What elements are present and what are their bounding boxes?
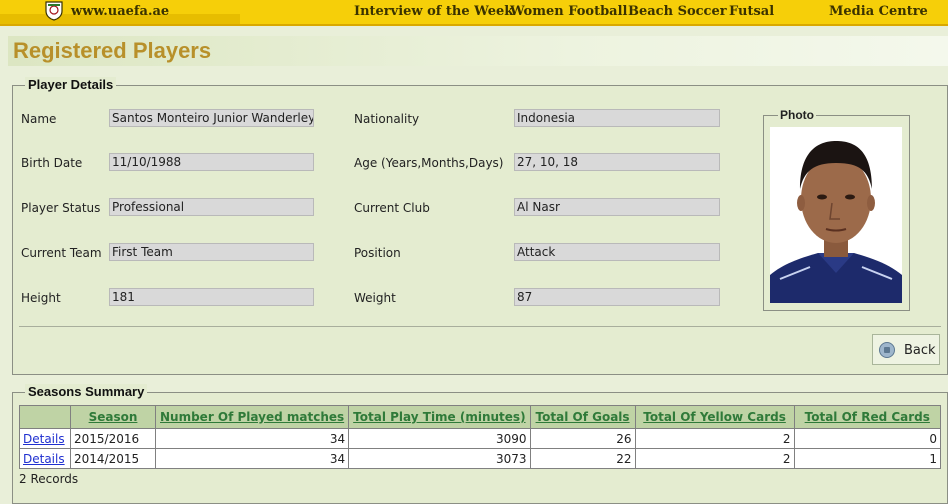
title-band: Registered Players	[8, 36, 948, 66]
column-header-red-cards[interactable]: Total Of Red Cards	[793, 405, 942, 429]
name-field: Santos Monteiro Junior Wanderley	[109, 109, 314, 127]
column-header-goals[interactable]: Total Of Goals	[529, 405, 636, 429]
uae-fa-logo-icon[interactable]	[45, 1, 63, 21]
player-status-label: Player Status	[21, 201, 101, 215]
position-label: Position	[354, 246, 401, 260]
goals-cell: 22	[529, 448, 636, 469]
minutes-cell: 3090	[348, 428, 531, 449]
nationality-field: Indonesia	[514, 109, 720, 127]
current-club-label: Current Club	[354, 201, 430, 215]
goals-cell: 26	[529, 428, 636, 449]
nav-futsal[interactable]: Futsal	[729, 4, 774, 19]
table-row: Details 2015/2016 34 3090 26 2 0	[19, 428, 942, 449]
season-cell: 2014/2015	[70, 448, 156, 469]
nationality-label: Nationality	[354, 112, 420, 126]
nav-interview-of-the-week[interactable]: Interview of the Week	[354, 4, 513, 19]
details-divider	[19, 326, 941, 327]
site-url[interactable]: www.uaefa.ae	[71, 4, 169, 19]
red-cards-cell: 0	[793, 428, 942, 449]
photo-frame: Photo	[763, 108, 910, 311]
yellow-cards-cell: 2	[634, 448, 795, 469]
table-header-row: Season Number Of Played matches Total Pl…	[19, 405, 942, 429]
back-button-label: Back	[904, 343, 936, 358]
back-icon	[879, 342, 895, 358]
seasons-table: Season Number Of Played matches Total Pl…	[19, 405, 942, 469]
top-nav-bar: www.uaefa.ae Interview of the Week Women…	[0, 0, 948, 26]
current-club-field: Al Nasr	[514, 198, 720, 216]
column-header-play-time[interactable]: Total Play Time (minutes)	[348, 405, 531, 429]
birth-date-label: Birth Date	[21, 156, 83, 170]
column-header-yellow-cards[interactable]: Total Of Yellow Cards	[634, 405, 795, 429]
current-team-field: First Team	[109, 243, 314, 261]
birth-date-field: 11/10/1988	[109, 153, 314, 171]
nav-media-centre[interactable]: Media Centre	[829, 4, 928, 19]
height-field: 181	[109, 288, 314, 306]
details-link[interactable]: Details	[23, 432, 65, 446]
age-field: 27, 10, 18	[514, 153, 720, 171]
weight-field: 87	[514, 288, 720, 306]
player-status-field: Professional	[109, 198, 314, 216]
season-cell: 2015/2016	[70, 428, 156, 449]
matches-cell: 34	[154, 428, 350, 449]
back-button[interactable]: Back	[872, 334, 940, 365]
age-label: Age (Years,Months,Days)	[354, 156, 504, 170]
matches-cell: 34	[154, 448, 350, 469]
nav-women-football[interactable]: Women Football	[510, 4, 627, 19]
table-row: Details 2014/2015 34 3073 22 2 1	[19, 448, 942, 469]
photo-legend: Photo	[778, 108, 816, 122]
player-portrait-image	[770, 127, 902, 303]
current-team-label: Current Team	[21, 246, 102, 260]
records-count: 2 Records	[19, 472, 79, 486]
yellow-cards-cell: 2	[634, 428, 795, 449]
column-header-blank	[19, 405, 71, 429]
player-photo	[770, 127, 902, 303]
weight-label: Weight	[354, 291, 396, 305]
seasons-summary-legend: Seasons Summary	[25, 384, 148, 399]
details-link[interactable]: Details	[23, 452, 65, 466]
nav-beach-soccer[interactable]: Beach Soccer	[628, 4, 727, 19]
player-details-legend: Player Details	[25, 77, 117, 92]
minutes-cell: 3073	[348, 448, 531, 469]
name-label: Name	[21, 112, 57, 126]
red-cards-cell: 1	[793, 448, 942, 469]
column-header-season[interactable]: Season	[70, 405, 156, 429]
column-header-played-matches[interactable]: Number Of Played matches	[154, 405, 350, 429]
page-title: Registered Players	[13, 38, 212, 63]
height-label: Height	[21, 291, 61, 305]
position-field: Attack	[514, 243, 720, 261]
